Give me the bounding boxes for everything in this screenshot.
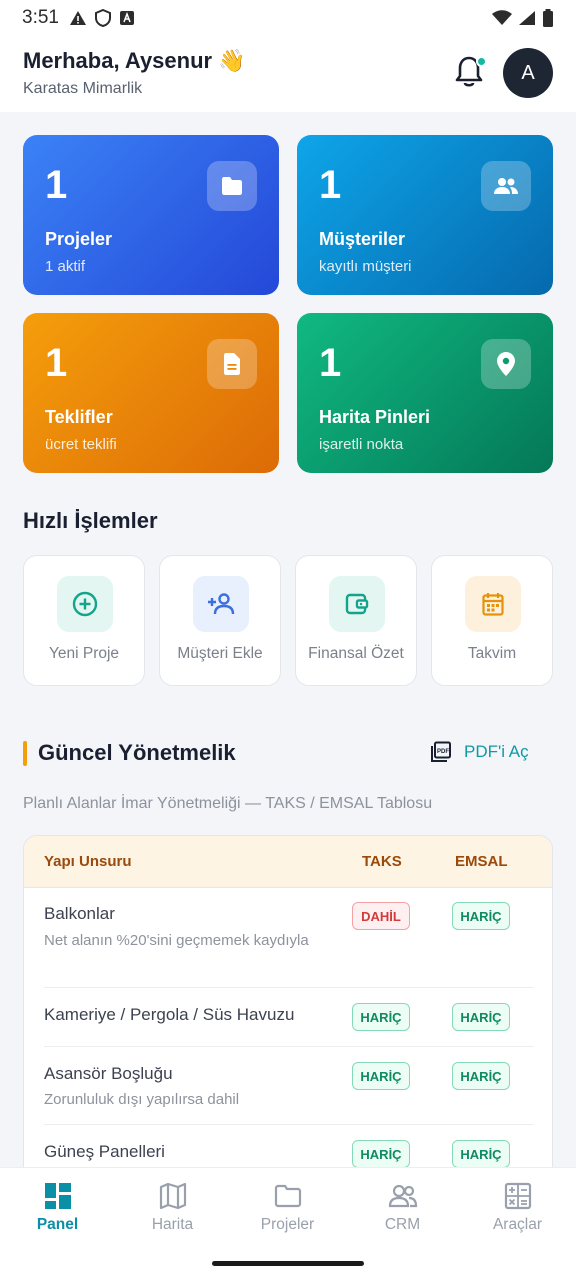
section-accent-bar (23, 741, 27, 766)
column-header-emsal: EMSAL (455, 853, 508, 870)
nav-label: Araçlar (492, 1216, 543, 1233)
notification-dot (476, 56, 487, 67)
map-icon (159, 1182, 186, 1210)
stat-title: Projeler (45, 229, 113, 249)
nav-item-projects[interactable]: Projeler (230, 1182, 345, 1234)
stat-subtitle: kayıtlı müşteri (319, 258, 412, 275)
stat-subtitle: ücret teklifi (45, 436, 117, 453)
taks-excluded-badge: HARİÇ (352, 1062, 410, 1090)
quick-action-new-project[interactable]: Yeni Proje (23, 555, 145, 686)
status-time: 3:51 (22, 7, 59, 28)
table-row: Balkonlar Net alanın %20'sini geçmemek k… (44, 888, 534, 988)
quick-action-label: Takvim (467, 645, 517, 662)
stat-card-customers[interactable]: 1 Müşteriler kayıtlı müşteri (297, 135, 553, 295)
row-note: Zorunluluk dışı yapılırsa dahil (44, 1091, 240, 1108)
calendar-icon (465, 576, 521, 632)
emsal-excluded-badge: HARİÇ (452, 1062, 510, 1090)
font-a-icon (119, 11, 134, 25)
stat-card-map-pins[interactable]: 1 Harita Pinleri işaretli nokta (297, 313, 553, 473)
stat-title: Müşteriler (319, 229, 406, 249)
stat-subtitle: işaretli nokta (319, 436, 404, 453)
nav-label: CRM (384, 1216, 421, 1233)
folder-icon (274, 1184, 301, 1208)
stat-card-offers[interactable]: 1 Teklifler ücret teklifi (23, 313, 279, 473)
table-header: Yapı Unsuru TAKS EMSAL (24, 836, 552, 888)
app-header: Merhaba, Aysenur 👋 Karatas Mimarlik A (0, 36, 576, 112)
shield-icon (94, 9, 111, 27)
regulation-title: Güncel Yönetmelik (38, 740, 236, 765)
emsal-excluded-badge: HARİÇ (452, 1003, 510, 1031)
pdf-icon: PDF (431, 741, 451, 762)
table-row: Kameriye / Pergola / Süs Havuzu HARİÇ HA… (44, 988, 534, 1047)
people-icon (388, 1184, 417, 1208)
open-pdf-label: PDF'i Aç (464, 742, 529, 761)
table-row: Asansör Boşluğu Zorunluluk dışı yapılırs… (44, 1047, 534, 1125)
warning-icon (69, 11, 86, 25)
quick-action-label: Müşteri Ekle (177, 645, 263, 662)
nav-label: Projeler (260, 1216, 315, 1233)
taks-excluded-badge: HARİÇ (352, 1003, 410, 1031)
folder-icon (207, 161, 257, 211)
stat-subtitle: 1 aktif (45, 258, 86, 275)
battery-icon (543, 9, 553, 27)
row-title: Kameriye / Pergola / Süs Havuzu (44, 1005, 295, 1024)
regulation-description: Planlı Alanlar İmar Yönetmeliği — TAKS /… (23, 795, 433, 812)
taks-excluded-badge: HARİÇ (352, 1140, 410, 1168)
people-icon (481, 161, 531, 211)
nav-item-tools[interactable]: Araçlar (460, 1182, 575, 1234)
quick-action-label: Yeni Proje (48, 645, 120, 662)
stat-title: Harita Pinleri (319, 407, 431, 427)
wifi-icon (492, 10, 512, 25)
quick-action-label: Finansal Özet (308, 645, 404, 662)
nav-item-panel[interactable]: Panel (0, 1182, 115, 1234)
emsal-excluded-badge: HARİÇ (452, 902, 510, 930)
row-note: Net alanın %20'sini geçmemek kaydıyla (44, 932, 309, 949)
signal-icon (519, 11, 535, 25)
nav-label: Panel (36, 1216, 79, 1233)
open-pdf-button[interactable]: PDF PDF'i Aç (430, 741, 529, 763)
column-header-element: Yapı Unsuru (44, 853, 132, 870)
column-header-taks: TAKS (362, 853, 402, 870)
stat-card-projects[interactable]: 1 Projeler 1 aktif (23, 135, 279, 295)
wallet-icon (329, 576, 385, 632)
emsal-excluded-badge: HARİÇ (452, 1140, 510, 1168)
quick-action-add-customer[interactable]: Müşteri Ekle (159, 555, 281, 686)
stat-title: Teklifler (45, 407, 113, 427)
taks-emsal-table: Yapı Unsuru TAKS EMSAL Balkonlar Net ala… (23, 835, 553, 1180)
greeting-title: Merhaba, Aysenur 👋 (23, 48, 246, 73)
row-title: Güneş Panelleri (44, 1142, 165, 1161)
avatar[interactable]: A (503, 48, 553, 98)
dashboard-icon (44, 1183, 71, 1209)
add-person-icon (193, 576, 249, 632)
taks-included-badge: DAHİL (352, 902, 410, 930)
calculator-icon (504, 1182, 531, 1210)
quick-action-financial-summary[interactable]: Finansal Özet (295, 555, 417, 686)
row-title: Balkonlar (44, 904, 115, 923)
home-indicator[interactable] (212, 1261, 364, 1266)
location-pin-icon (481, 339, 531, 389)
quick-action-calendar[interactable]: Takvim (431, 555, 553, 686)
nav-label: Harita (151, 1216, 194, 1233)
nav-item-crm[interactable]: CRM (345, 1182, 460, 1234)
status-bar: 3:51 (0, 0, 576, 36)
add-circle-icon (57, 576, 113, 632)
quick-actions-title: Hızlı İşlemler (23, 508, 158, 533)
row-title: Asansör Boşluğu (44, 1064, 173, 1083)
document-icon (207, 339, 257, 389)
company-name: Karatas Mimarlik (23, 80, 143, 97)
svg-text:PDF: PDF (437, 749, 449, 755)
nav-item-map[interactable]: Harita (115, 1182, 230, 1234)
